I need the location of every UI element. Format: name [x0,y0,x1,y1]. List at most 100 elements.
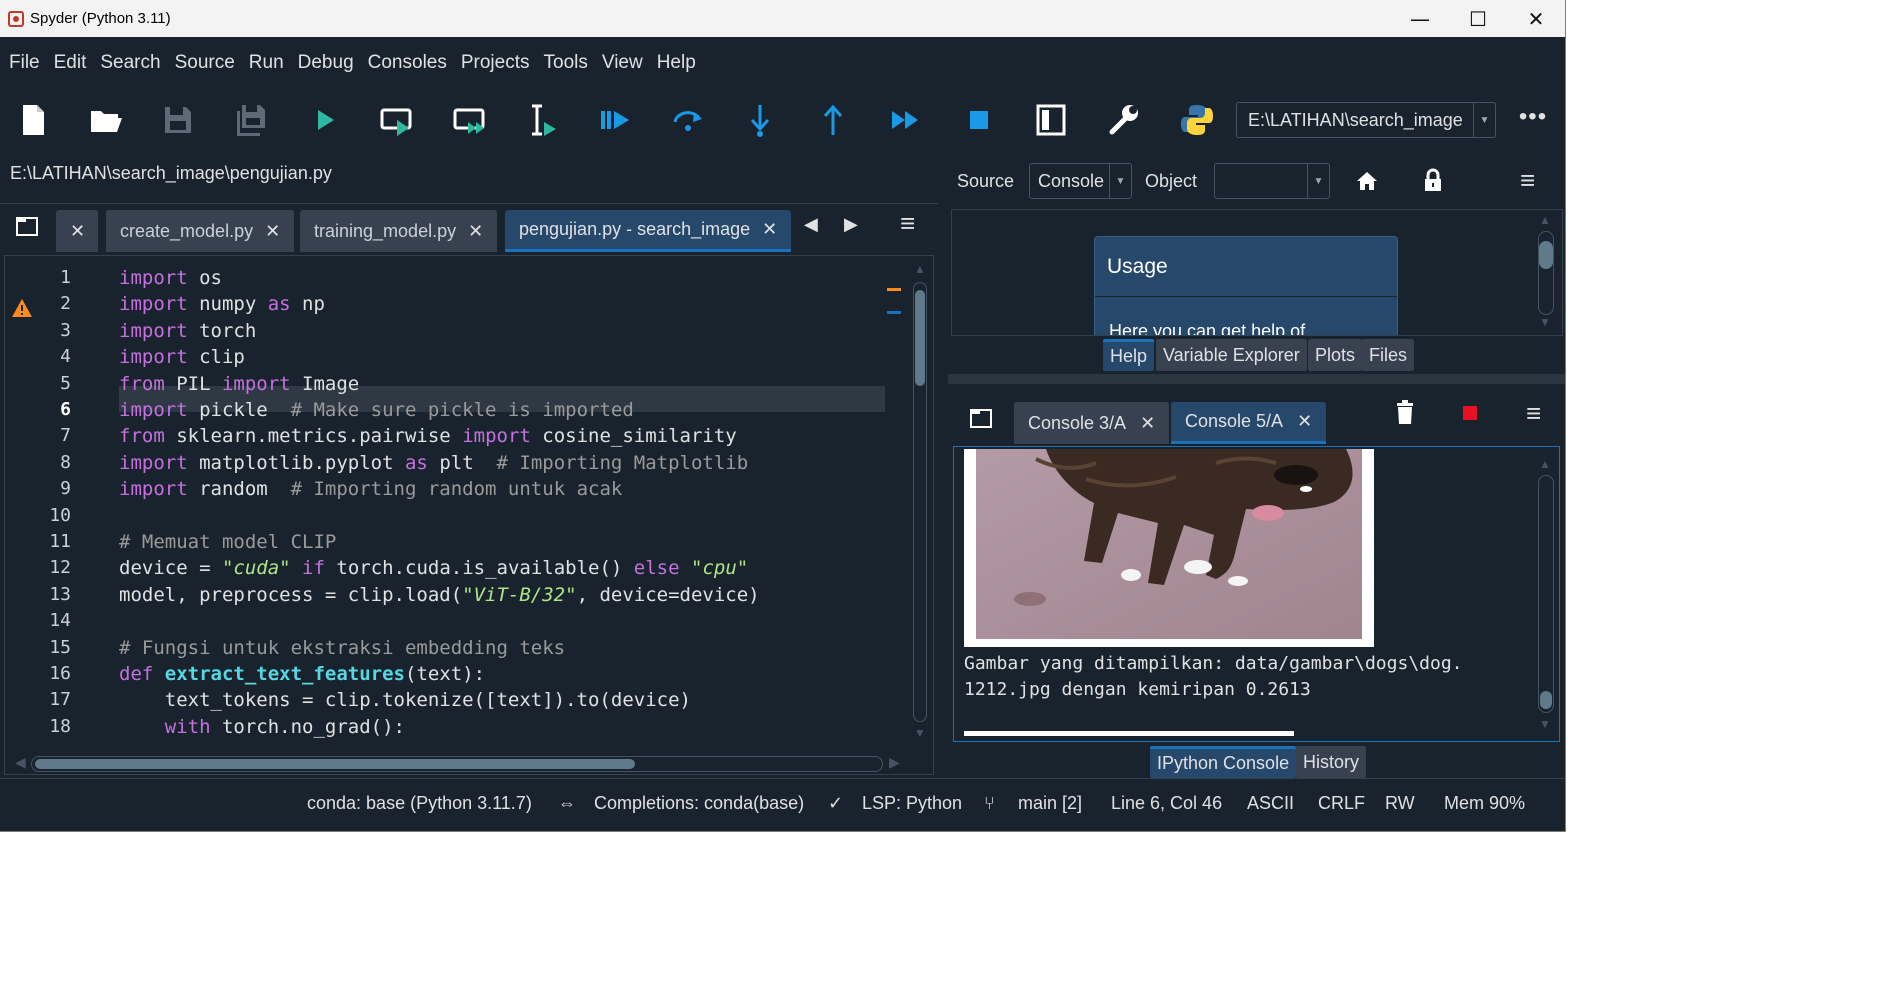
menu-run[interactable]: Run [242,52,291,74]
maximize-pane-icon[interactable] [1031,101,1071,139]
scroll-down-icon[interactable]: ▼ [1539,315,1551,329]
minimize-button[interactable]: — [1391,0,1449,37]
editor-options-menu-icon[interactable]: ≡ [900,208,915,239]
scroll-right-icon[interactable]: ▶ [889,754,900,771]
scroll-left-icon[interactable]: ◀ [15,754,26,771]
tab-files[interactable]: Files [1362,339,1415,371]
python-path-icon[interactable] [1177,101,1217,139]
open-folder-icon[interactable] [86,101,126,139]
pane-splitter[interactable] [938,151,948,778]
tab-scroll-right-icon[interactable]: ▶ [844,214,858,235]
browse-tabs-icon[interactable] [14,214,40,240]
scrollbar-thumb[interactable] [915,290,925,386]
menu-consoles[interactable]: Consoles [361,52,454,74]
status-eol: CRLF [1318,793,1366,813]
save-all-icon[interactable] [231,101,271,139]
save-icon[interactable] [158,101,198,139]
close-icon[interactable]: ✕ [70,221,85,242]
editor-tab-training-model[interactable]: training_model.py ✕ [300,210,498,252]
scrollbar-thumb[interactable] [1539,241,1553,269]
browse-tabs-icon[interactable] [968,406,994,432]
run-icon[interactable] [305,101,345,139]
editor-tab-pengujian[interactable]: pengujian.py - search_image ✕ [505,210,792,252]
status-completions[interactable]: Completions: conda(base) [594,793,804,814]
debug-icon[interactable] [595,101,635,139]
status-lsp[interactable]: LSP: Python [862,793,962,814]
spyder-window: Spyder (Python 3.11) — ☐ ✕ File Edit Sea… [0,0,1566,832]
status-conda-env[interactable]: conda: base (Python 3.11.7) [307,793,532,814]
editor-horizontal-scrollbar[interactable]: ◀ ▶ [13,754,903,774]
dog-photo [976,449,1362,639]
run-selection-icon[interactable] [522,101,562,139]
code-editor[interactable]: 1 2 3 4 5 6 7 8 9 10 11 12 13 14 15 16 17 18 import os imp… [4,255,934,775]
run-cell-icon[interactable] [377,101,417,139]
step-into-icon[interactable] [740,101,780,139]
menu-tools[interactable]: Tools [537,52,595,74]
scroll-up-icon[interactable]: ▲ [1539,457,1551,471]
tab-help[interactable]: Help [1103,339,1155,371]
editor-file-path: E:\LATIHAN\search_image\pengujian.py [10,163,332,183]
scroll-down-icon[interactable]: ▼ [912,726,928,740]
chevron-down-icon[interactable]: ▼ [1109,164,1131,198]
scroll-up-icon[interactable]: ▲ [1539,213,1551,227]
tab-history[interactable]: History [1296,746,1367,778]
close-icon[interactable]: ✕ [1297,411,1312,432]
menu-edit[interactable]: Edit [47,52,94,74]
console-scrollbar[interactable]: ▲ ▼ [1534,455,1556,735]
continue-icon[interactable] [886,101,926,139]
close-window-button[interactable]: ✕ [1507,0,1565,37]
scroll-up-icon[interactable]: ▲ [912,262,928,276]
maximize-button[interactable]: ☐ [1449,0,1507,37]
stop-icon[interactable] [959,101,999,139]
editor-tab-hidden[interactable]: ✕ [56,210,98,252]
help-options-menu-icon[interactable]: ≡ [1520,165,1535,196]
menu-file[interactable]: File [2,52,47,74]
more-options-button[interactable]: ••• [1514,104,1552,134]
console-output[interactable]: Gambar yang ditampilkan: data/gambar\dog… [953,446,1560,742]
tab-scroll-left-icon[interactable]: ◀ [804,214,818,235]
chevron-down-icon[interactable]: ▼ [1307,164,1329,198]
menu-help[interactable]: Help [650,52,703,74]
trash-icon[interactable] [1394,400,1416,426]
interrupt-kernel-icon[interactable] [1463,406,1477,420]
menu-projects[interactable]: Projects [454,52,537,74]
preferences-wrench-icon[interactable] [1104,101,1144,139]
step-return-icon[interactable] [813,101,853,139]
tab-console-3[interactable]: Console 3/A ✕ [1014,402,1170,444]
status-git-branch[interactable]: main [2] [1018,793,1082,814]
cursor-marker [887,311,901,314]
help-scrollbar[interactable]: ▲ ▼ [1534,213,1556,331]
close-icon[interactable]: ✕ [468,221,483,242]
editor-vertical-scrollbar[interactable]: ▲ ▼ [909,262,931,742]
source-combo[interactable]: Console ▼ [1029,163,1132,199]
working-directory-combo[interactable]: E:\LATIHAN\search_image ▼ [1236,102,1496,138]
menu-search[interactable]: Search [93,52,167,74]
chevron-down-icon[interactable]: ▼ [1473,103,1495,137]
editor-tab-create-model[interactable]: create_model.py ✕ [106,210,295,252]
menu-view[interactable]: View [595,52,650,74]
step-over-icon[interactable] [668,101,708,139]
tab-ipython-console[interactable]: IPython Console [1150,746,1297,778]
tab-label: Console 3/A [1028,412,1127,433]
warning-icon[interactable] [11,298,33,318]
new-file-icon[interactable] [13,101,53,139]
run-cell-advance-icon[interactable] [450,101,490,139]
tab-console-5[interactable]: Console 5/A ✕ [1171,402,1327,444]
close-icon[interactable]: ✕ [1140,413,1155,434]
scrollbar-thumb[interactable] [1540,691,1552,709]
line-number: 14 [49,610,71,632]
status-permissions: RW [1385,793,1415,813]
scrollbar-thumb[interactable] [35,759,635,769]
menu-debug[interactable]: Debug [291,52,361,74]
lock-icon[interactable] [1421,168,1445,194]
object-combo[interactable]: ▼ [1214,163,1330,199]
tab-variable-explorer[interactable]: Variable Explorer [1156,339,1307,371]
menu-source[interactable]: Source [168,52,242,74]
pane-splitter[interactable] [948,374,1565,384]
scroll-down-icon[interactable]: ▼ [1539,717,1551,731]
tab-plots[interactable]: Plots [1308,339,1363,371]
close-icon[interactable]: ✕ [762,219,777,240]
console-options-menu-icon[interactable]: ≡ [1526,398,1541,429]
close-icon[interactable]: ✕ [265,221,280,242]
home-icon[interactable] [1354,169,1380,193]
